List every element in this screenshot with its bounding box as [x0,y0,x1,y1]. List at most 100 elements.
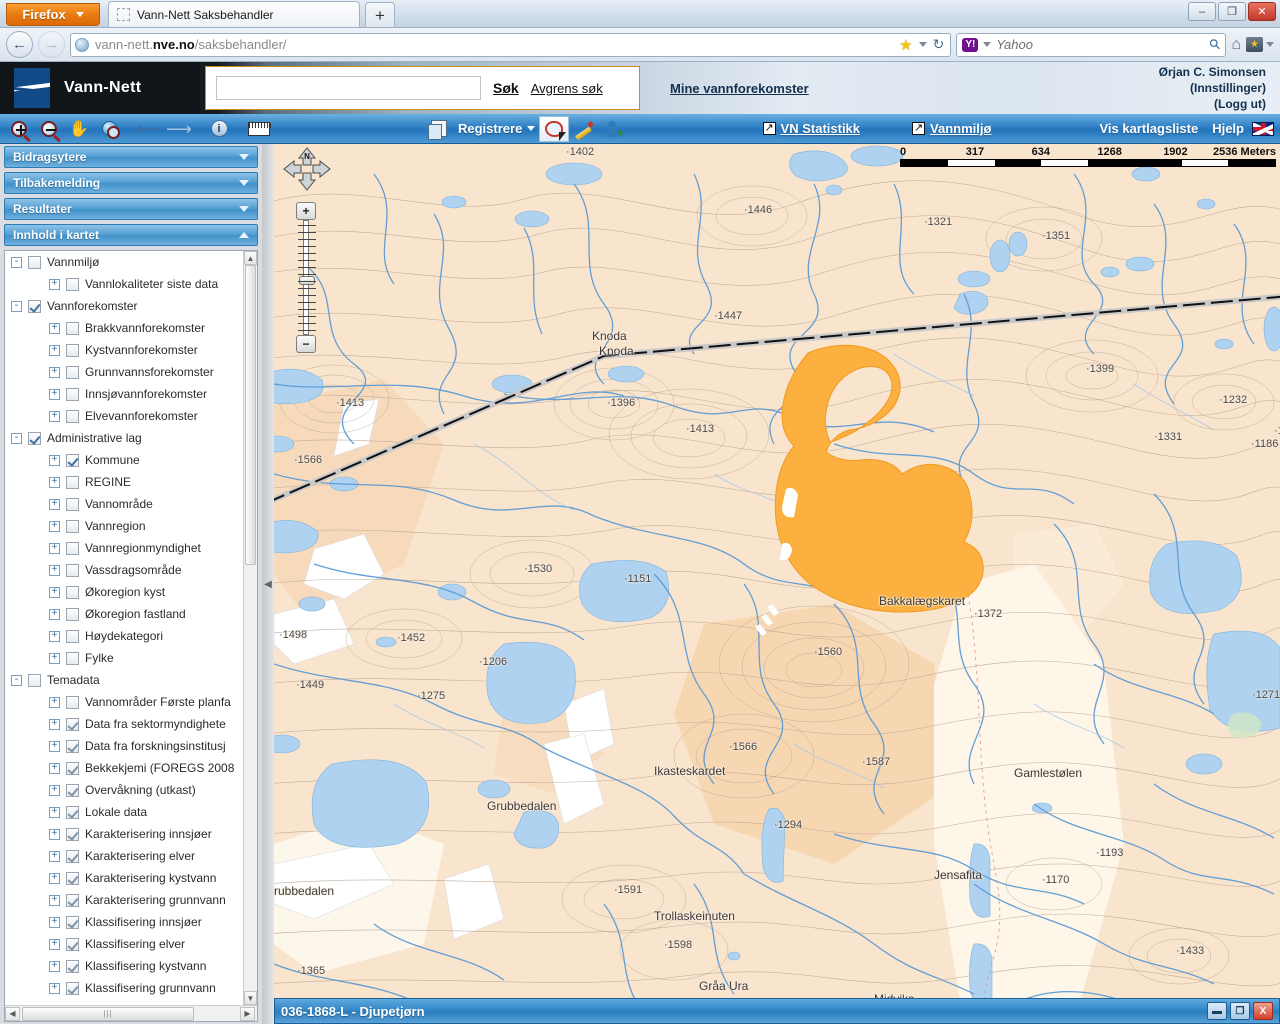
user-logout-link[interactable]: (Logg ut) [1159,96,1266,112]
layer-checkbox[interactable] [66,981,79,995]
feature-close-button[interactable]: X [1253,1002,1273,1020]
feature-minimize-button[interactable]: ▬ [1207,1002,1227,1020]
layer-checkbox[interactable] [66,541,79,555]
reload-icon[interactable]: ↻ [933,36,945,53]
layer-checkbox[interactable] [66,893,79,907]
chevron-down-icon[interactable] [983,42,992,47]
layer-checkbox[interactable] [66,739,79,753]
vn-statistikk-link[interactable]: VN Statistikk [781,121,860,136]
scroll-thumb-vertical[interactable] [245,265,256,565]
minimize-button[interactable]: – [1188,2,1216,21]
search-input[interactable] [216,76,481,100]
layer-tree-item[interactable]: + Vannlokaliteter siste data [5,273,243,295]
expand-icon[interactable]: + [49,454,60,466]
tab-vann-nett[interactable]: Vann-Nett Saksbehandler [108,1,360,27]
layer-tree-item[interactable]: - Vannmiljø [5,251,243,273]
register-pages-icon[interactable] [424,116,454,142]
expand-icon[interactable]: + [49,278,60,290]
uk-flag-icon[interactable] [1252,121,1274,136]
expand-icon[interactable]: + [49,916,60,928]
expand-icon[interactable]: + [49,586,60,598]
measure-icon[interactable] [244,116,274,142]
expand-icon[interactable]: + [49,608,60,620]
expand-icon[interactable]: + [49,740,60,752]
expand-icon[interactable]: + [49,696,60,708]
expand-icon[interactable]: + [49,388,60,400]
layer-checkbox[interactable] [66,453,79,467]
layer-checkbox[interactable] [66,563,79,577]
zoom-slider-track[interactable] [298,220,316,335]
browser-search-box[interactable]: Y! Yahoo ⚲ [956,32,1227,57]
layer-tree-item[interactable]: - Temadata [5,669,243,691]
collapse-icon[interactable]: - [11,300,22,312]
expand-icon[interactable]: + [49,652,60,664]
layer-tree-item[interactable]: + Klassifisering kystvann [5,955,243,977]
zoom-extent-icon[interactable] [94,116,124,142]
feature-restore-button[interactable]: ❐ [1230,1002,1250,1020]
expand-icon[interactable]: + [49,850,60,862]
layer-checkbox[interactable] [28,255,41,269]
layer-checkbox[interactable] [66,827,79,841]
expand-icon[interactable]: + [49,784,60,796]
layer-tree-item[interactable]: + Klassifisering grunnvann [5,977,243,999]
expand-icon[interactable]: + [49,344,60,356]
expand-icon[interactable]: + [49,630,60,642]
layer-checkbox[interactable] [66,475,79,489]
identify-icon[interactable]: i [204,116,234,142]
search-submit-link[interactable]: Søk [493,80,519,96]
zoom-in-icon[interactable] [4,116,34,142]
advanced-search-link[interactable]: Avgrens søk [531,81,603,96]
layer-checkbox[interactable] [66,915,79,929]
hjelp-link[interactable]: Hjelp [1212,121,1244,136]
bookmarks-button[interactable]: ★ [1246,37,1274,52]
layer-checkbox[interactable] [66,651,79,665]
sidebar-item-tilbakemelding[interactable]: Tilbakemelding [4,172,258,194]
expand-icon[interactable]: + [49,872,60,884]
register-menu[interactable]: Registrere [454,121,539,136]
layer-tree-item[interactable]: + Elvevannforekomster [5,405,243,427]
expand-icon[interactable]: + [49,542,60,554]
zoom-out-icon[interactable] [34,116,64,142]
forward-icon[interactable]: ⟶ [164,116,194,142]
scroll-thumb-horizontal[interactable]: ||| [22,1006,194,1021]
bookmark-star-icon[interactable]: ★ [899,36,912,54]
layer-checkbox[interactable] [66,629,79,643]
expand-icon[interactable]: + [49,762,60,774]
expand-icon[interactable]: + [49,410,60,422]
layer-checkbox[interactable] [66,409,79,423]
expand-icon[interactable]: + [49,322,60,334]
layer-tree-item[interactable]: + Karakterisering kystvann [5,867,243,889]
scroll-right-button[interactable]: ▶ [240,1006,255,1021]
layer-tree-item[interactable]: + Karakterisering innsjøer [5,823,243,845]
layer-checkbox[interactable] [28,673,41,687]
back-icon[interactable]: ⟵ [134,116,164,142]
firefox-menu-button[interactable]: Firefox [6,3,100,26]
expand-icon[interactable]: + [49,476,60,488]
layer-tree-item[interactable]: + Vannområde [5,493,243,515]
expand-icon[interactable]: + [49,366,60,378]
home-button[interactable]: ⌂ [1231,36,1241,54]
layer-checkbox[interactable] [66,277,79,291]
address-bar[interactable]: vann-nett.nve.no/saksbehandler/ ★ ↻ [70,32,952,57]
expand-icon[interactable]: + [49,564,60,576]
collapse-icon[interactable]: - [11,432,22,444]
map-canvas[interactable]: Knoda Knoda Bakkalægskaret Ikasteskardet Gru… [274,144,1280,1024]
sidebar-item-resultater[interactable]: Resultater [4,198,258,220]
vis-kartlagsliste-button[interactable]: Vis kartlagsliste [1099,121,1198,136]
layer-tree-item[interactable]: + Vannområder Første planfa [5,691,243,713]
layer-tree-item[interactable]: + Kystvannforekomster [5,339,243,361]
layer-tree-item[interactable]: + Data fra sektormyndighete [5,713,243,735]
vannmiljo-link[interactable]: Vannmiljø [930,121,991,136]
expand-icon[interactable]: + [49,894,60,906]
layer-checkbox[interactable] [66,607,79,621]
new-tab-button[interactable]: + [365,2,395,27]
layer-checkbox[interactable] [66,761,79,775]
restore-button[interactable]: ❐ [1218,2,1246,21]
pan-icon[interactable]: ✋ [64,116,94,142]
layer-tree-item[interactable]: - Vannforekomster [5,295,243,317]
expand-icon[interactable]: + [49,718,60,730]
layer-checkbox[interactable] [66,849,79,863]
layer-checkbox[interactable] [66,343,79,357]
layer-tree-item[interactable]: + Høydekategori [5,625,243,647]
expand-icon[interactable]: + [49,960,60,972]
